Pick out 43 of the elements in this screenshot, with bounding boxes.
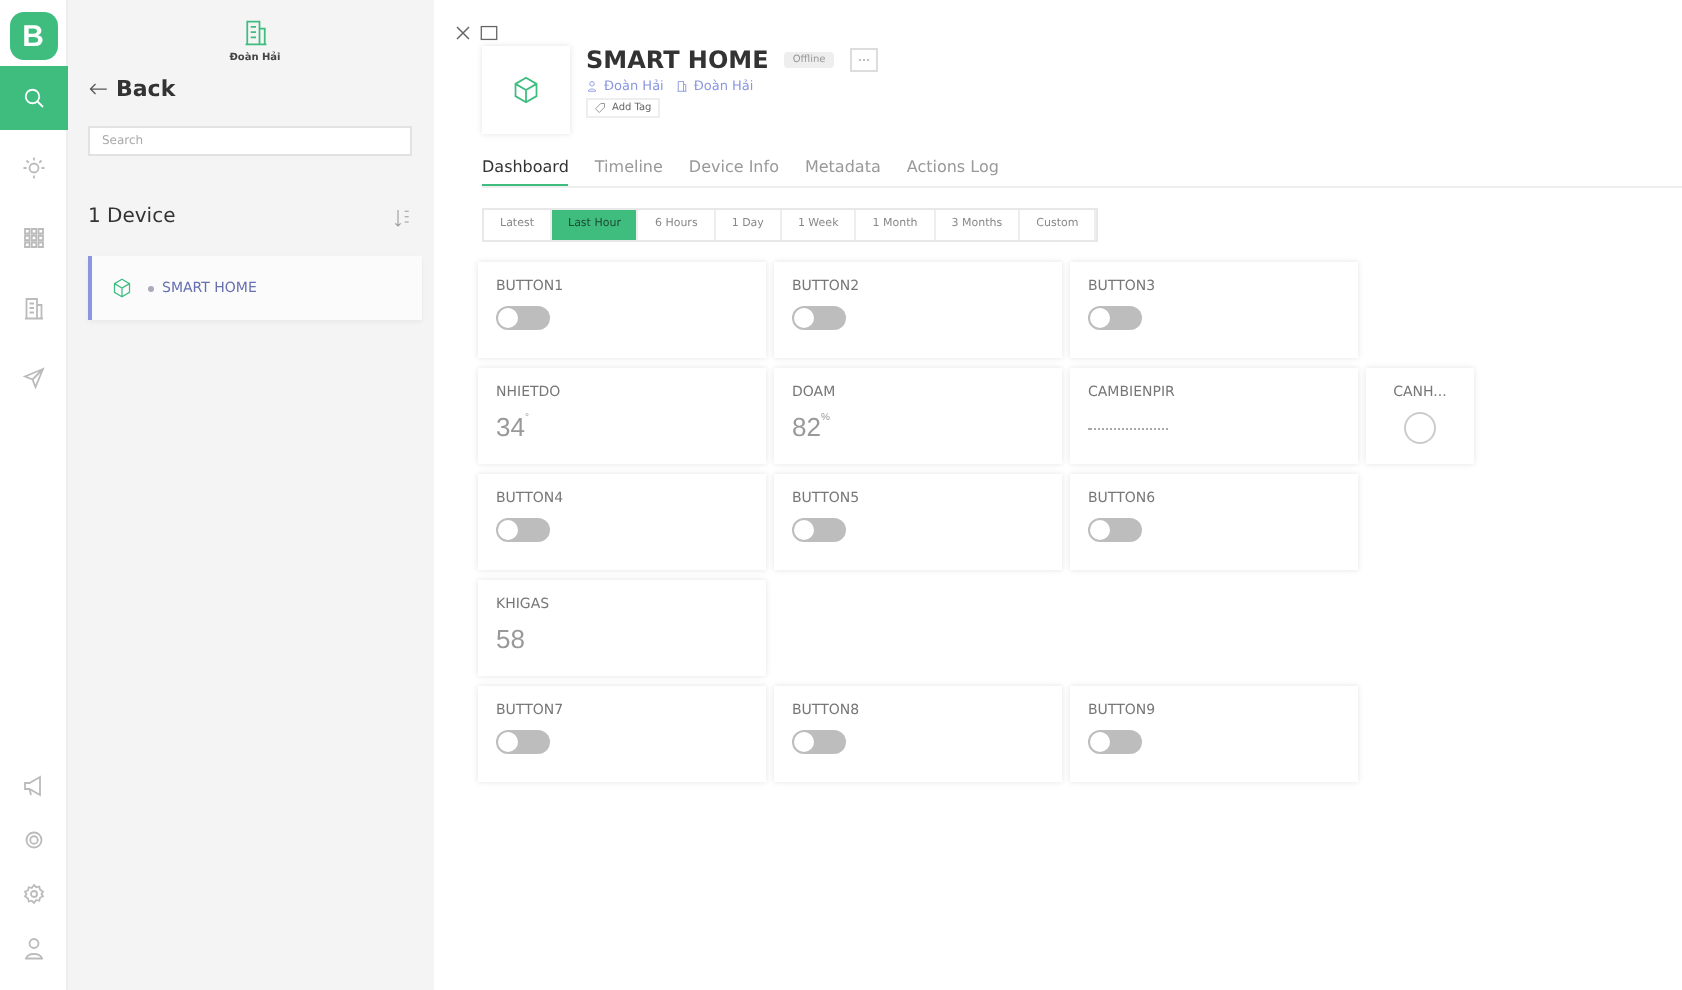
search-icon[interactable] [21, 86, 45, 110]
rail-item[interactable] [0, 66, 67, 130]
grid-icon[interactable] [21, 226, 45, 250]
building-icon [241, 16, 269, 48]
widget-value: 58 [496, 624, 527, 654]
cube-icon [112, 278, 132, 298]
empty-value-line [1088, 428, 1168, 430]
bulb-icon[interactable] [21, 156, 45, 180]
device-count: 1 Device [88, 206, 176, 228]
expand-icon [480, 24, 498, 42]
toggle-switch[interactable] [496, 518, 550, 542]
building-icon[interactable] [21, 296, 45, 320]
toggle-switch[interactable] [792, 306, 846, 330]
toggle-switch[interactable] [496, 306, 550, 330]
tag-icon [594, 102, 606, 114]
tab[interactable]: Timeline [594, 158, 663, 186]
back-label[interactable]: Back [116, 76, 176, 102]
send-icon[interactable] [21, 366, 45, 390]
tab[interactable]: Actions Log [906, 158, 999, 186]
device-title: SMART HOME [586, 46, 769, 74]
arrow-left-icon [88, 82, 108, 96]
toggle-switch[interactable] [1088, 730, 1142, 754]
toggle-switch[interactable] [792, 730, 846, 754]
close-icon [454, 24, 472, 42]
tab[interactable]: Metadata [804, 158, 881, 186]
settings-icon[interactable] [21, 882, 45, 906]
toggle-switch[interactable] [792, 518, 846, 542]
back-link[interactable]: Back [88, 76, 422, 102]
toggle-switch[interactable] [1088, 518, 1142, 542]
status-dot-icon [148, 285, 154, 291]
toggle-switch[interactable] [496, 730, 550, 754]
gear-icon[interactable] [21, 828, 45, 852]
cube-icon [512, 76, 540, 104]
more-button[interactable] [849, 48, 878, 72]
toggle-switch[interactable] [1088, 306, 1142, 330]
tab[interactable]: Device Info [688, 158, 779, 186]
user-icon [586, 80, 598, 92]
app-logo[interactable]: B [9, 12, 57, 60]
building-icon [675, 80, 688, 92]
sort-icon [394, 207, 410, 227]
megaphone-icon[interactable] [21, 774, 45, 798]
tab[interactable]: Dashboard [482, 158, 569, 186]
user-icon[interactable] [21, 936, 45, 960]
